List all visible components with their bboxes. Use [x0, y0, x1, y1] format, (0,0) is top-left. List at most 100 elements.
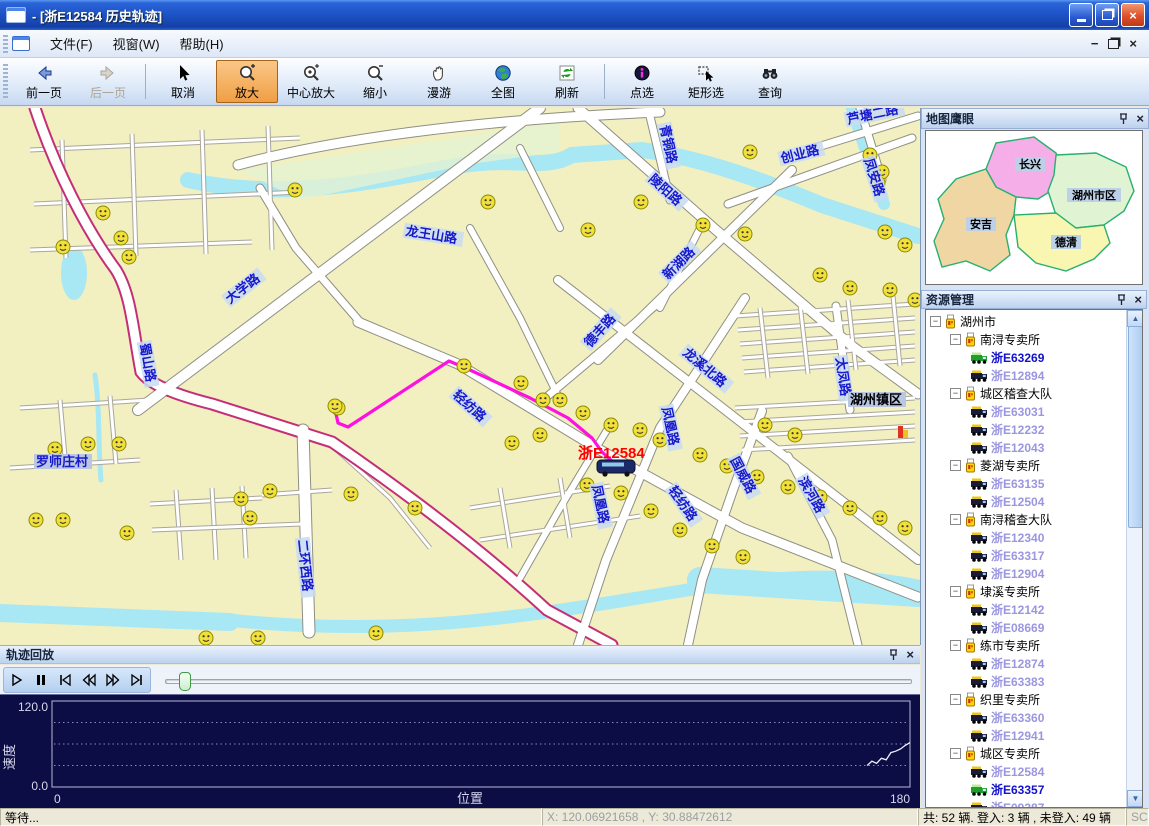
tree-vehicle-浙E63135[interactable]: 浙E63135 — [926, 474, 1126, 492]
tree-node-城区专卖所[interactable]: −城区专卖所 — [926, 744, 1126, 762]
vehicle-smiley-marker[interactable] — [633, 423, 647, 437]
vehicle-smiley-marker[interactable] — [112, 437, 126, 451]
skip-end-button[interactable] — [125, 669, 149, 691]
mdi-restore-button[interactable] — [1108, 39, 1119, 49]
scroll-up-button[interactable]: ▲ — [1127, 310, 1143, 327]
tree-vehicle-浙E63031[interactable]: 浙E63031 — [926, 402, 1126, 420]
tree-node-练市专卖所[interactable]: −练市专卖所 — [926, 636, 1126, 654]
pause-button[interactable] — [29, 669, 53, 691]
vehicle-smiley-marker[interactable] — [234, 492, 248, 506]
toolbar-button-binoculars[interactable]: 查询 — [739, 60, 801, 103]
close-button[interactable]: × — [1121, 3, 1145, 27]
mdi-close-button[interactable]: × — [1129, 36, 1137, 51]
scroll-down-button[interactable]: ▼ — [1127, 790, 1143, 807]
toolbar-button-zoom-in[interactable]: 放大 — [216, 60, 278, 103]
vehicle-smiley-marker[interactable] — [481, 195, 495, 209]
vehicle-smiley-marker[interactable] — [581, 223, 595, 237]
tree-vehicle-浙E63357[interactable]: 浙E63357 — [926, 780, 1126, 798]
tree-node-织里专卖所[interactable]: −织里专卖所 — [926, 690, 1126, 708]
fast-forward-button[interactable] — [101, 669, 125, 691]
vehicle-smiley-marker[interactable] — [705, 539, 719, 553]
vehicle-smiley-marker[interactable] — [514, 376, 528, 390]
vehicle-smiley-marker[interactable] — [263, 484, 277, 498]
vehicle-smiley-marker[interactable] — [781, 480, 795, 494]
vehicle-smiley-marker[interactable] — [114, 231, 128, 245]
vehicle-smiley-marker[interactable] — [120, 526, 134, 540]
toolbar-button-zoom-out[interactable]: 缩小 — [344, 60, 406, 103]
tree-expand-toggle[interactable]: − — [950, 460, 961, 471]
overview-minimap[interactable]: 长兴湖州市区安吉德清 — [925, 130, 1143, 285]
menu-file[interactable]: 文件(F) — [40, 30, 103, 57]
vehicle-smiley-marker[interactable] — [788, 428, 802, 442]
vehicle-smiley-marker[interactable] — [344, 487, 358, 501]
vehicle-smiley-marker[interactable] — [883, 283, 897, 297]
tree-vehicle-浙E12340[interactable]: 浙E12340 — [926, 528, 1126, 546]
tree-expand-toggle[interactable]: − — [950, 748, 961, 759]
vehicle-smiley-marker[interactable] — [536, 393, 550, 407]
vehicle-smiley-marker[interactable] — [81, 437, 95, 451]
skip-start-button[interactable] — [53, 669, 77, 691]
tree-node-埭溪专卖所[interactable]: −埭溪专卖所 — [926, 582, 1126, 600]
playback-slider[interactable] — [165, 669, 912, 691]
toolbar-button-cursor[interactable]: 取消 — [152, 60, 214, 103]
vehicle-smiley-marker[interactable] — [369, 626, 383, 640]
tree-vehicle-浙E12874[interactable]: 浙E12874 — [926, 654, 1126, 672]
vehicle-smiley-marker[interactable] — [251, 631, 265, 645]
vehicle-smiley-marker[interactable] — [96, 206, 110, 220]
vehicle-smiley-marker[interactable] — [243, 511, 257, 525]
vehicle-smiley-marker[interactable] — [288, 183, 302, 197]
toolbar-button-refresh[interactable]: 刷新 — [536, 60, 598, 103]
vehicle-smiley-marker[interactable] — [634, 195, 648, 209]
vehicle-smiley-marker[interactable] — [758, 418, 772, 432]
tree-expand-toggle[interactable]: − — [930, 316, 941, 327]
tree-vehicle-浙E12043[interactable]: 浙E12043 — [926, 438, 1126, 456]
tree-expand-toggle[interactable]: − — [950, 334, 961, 345]
vehicle-smiley-marker[interactable] — [56, 513, 70, 527]
close-panel-icon[interactable]: × — [1136, 111, 1144, 126]
tree-vehicle-浙E63360[interactable]: 浙E63360 — [926, 708, 1126, 726]
vehicle-smiley-marker[interactable] — [843, 501, 857, 515]
toolbar-button-rect-select[interactable]: 矩形选 — [675, 60, 737, 103]
pin-icon[interactable] — [1117, 294, 1126, 306]
scroll-thumb[interactable] — [1128, 326, 1143, 528]
tree-vehicle-浙E12941[interactable]: 浙E12941 — [926, 726, 1126, 744]
vehicle-smiley-marker[interactable] — [898, 238, 912, 252]
toolbar-button-globe[interactable]: 全图 — [472, 60, 534, 103]
vehicle-smiley-marker[interactable] — [576, 406, 590, 420]
vehicle-smiley-marker[interactable] — [878, 225, 892, 239]
tree-vehicle-浙E63317[interactable]: 浙E63317 — [926, 546, 1126, 564]
minimize-button[interactable] — [1069, 3, 1093, 27]
rewind-button[interactable] — [77, 669, 101, 691]
mdi-minimize-button[interactable]: − — [1091, 36, 1099, 51]
vehicle-smiley-marker[interactable] — [813, 268, 827, 282]
vehicle-smiley-marker[interactable] — [328, 399, 342, 413]
vehicle-smiley-marker[interactable] — [604, 418, 618, 432]
vehicle-smiley-marker[interactable] — [843, 281, 857, 295]
vehicle-smiley-marker[interactable] — [553, 393, 567, 407]
menu-window[interactable]: 视窗(W) — [103, 30, 170, 57]
tree-vehicle-浙E12584[interactable]: 浙E12584 — [926, 762, 1126, 780]
vehicle-smiley-marker[interactable] — [908, 293, 920, 307]
tree-vehicle-浙E63383[interactable]: 浙E63383 — [926, 672, 1126, 690]
tree-vehicle-浙E09387[interactable]: 浙E09387 — [926, 798, 1126, 808]
vehicle-smiley-marker[interactable] — [736, 550, 750, 564]
vehicle-smiley-marker[interactable] — [29, 513, 43, 527]
vehicle-smiley-marker[interactable] — [743, 145, 757, 159]
tree-vehicle-浙E12504[interactable]: 浙E12504 — [926, 492, 1126, 510]
tracked-vehicle-icon[interactable] — [597, 460, 635, 477]
tree-node-湖州市[interactable]: −湖州市 — [926, 312, 1126, 330]
vehicle-smiley-marker[interactable] — [738, 227, 752, 241]
pin-icon[interactable] — [1119, 113, 1128, 125]
toolbar-button-zoom-center[interactable]: 中心放大 — [280, 60, 342, 103]
map-canvas[interactable]: 浙E12584 龙王山路青铜路陵阳路创业路芦塘二路凤安路新湖路大学路蜀山路德丰路… — [0, 108, 920, 645]
tree-node-城区稽查大队[interactable]: −城区稽查大队 — [926, 384, 1126, 402]
vehicle-smiley-marker[interactable] — [696, 218, 710, 232]
tree-vehicle-浙E12232[interactable]: 浙E12232 — [926, 420, 1126, 438]
tree-expand-toggle[interactable]: − — [950, 640, 961, 651]
menu-help[interactable]: 帮助(H) — [170, 30, 234, 57]
vehicle-smiley-marker[interactable] — [457, 359, 471, 373]
tree-expand-toggle[interactable]: − — [950, 388, 961, 399]
pin-icon[interactable] — [889, 649, 898, 661]
vehicle-smiley-marker[interactable] — [505, 436, 519, 450]
tree-node-南浔稽查大队[interactable]: −南浔稽查大队 — [926, 510, 1126, 528]
